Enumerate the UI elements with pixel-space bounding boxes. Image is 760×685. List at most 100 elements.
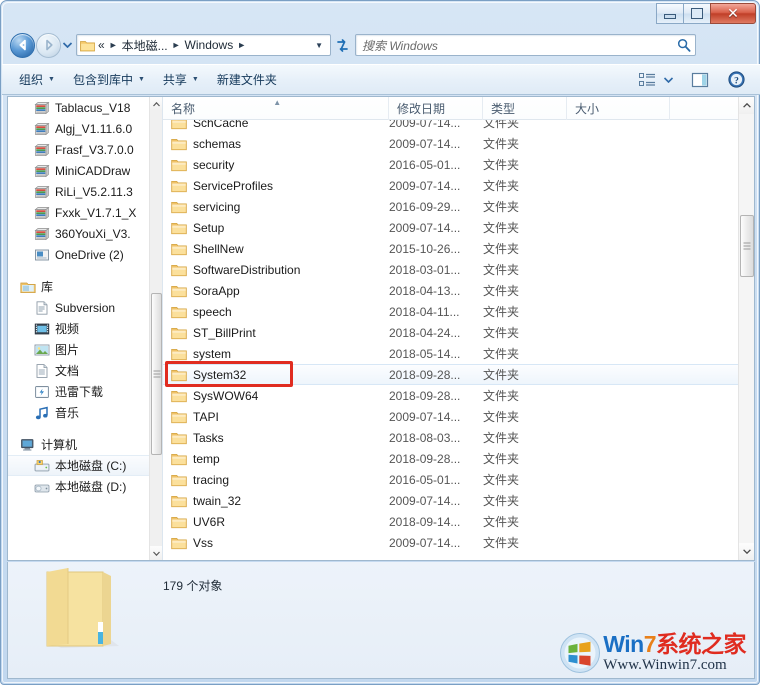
breadcrumb-separator-icon[interactable]: ► <box>169 40 184 50</box>
sidebar-item-13[interactable]: 文档 <box>8 360 150 381</box>
table-row[interactable]: Tasks 2018-08-03... 文件夹 <box>163 427 754 448</box>
file-date-cell: 2009-07-14... <box>389 493 461 508</box>
forward-button[interactable] <box>36 32 61 58</box>
address-dropdown-icon[interactable]: ▼ <box>310 41 328 50</box>
list-scroll-thumb[interactable] <box>740 215 754 277</box>
column-header-type[interactable]: 类型 <box>483 97 567 120</box>
breadcrumb-item-windows[interactable]: Windows <box>184 38 235 52</box>
table-row[interactable]: ShellNew 2015-10-26... 文件夹 <box>163 238 754 259</box>
column-header-name[interactable]: ▲ 名称 <box>163 97 389 120</box>
file-list-scrollbar[interactable] <box>738 97 754 560</box>
navigation-scrollbar[interactable] <box>149 97 162 560</box>
table-row[interactable]: twain_32 2009-07-14... 文件夹 <box>163 490 754 511</box>
close-button[interactable]: ✕ <box>710 3 756 24</box>
sidebar-item-12[interactable]: 图片 <box>8 339 150 360</box>
breadcrumb-separator-icon[interactable]: ► <box>106 40 121 50</box>
command-toolbar: 组织 ▼ 包含到库中 ▼ 共享 ▼ 新建文件夹 ? <box>2 64 760 95</box>
toolbar-share-button[interactable]: 共享 ▼ <box>154 67 208 92</box>
sidebar-item-11[interactable]: 视频 <box>8 318 150 339</box>
drive-icon <box>34 484 50 492</box>
preview-pane-button[interactable] <box>687 70 713 90</box>
file-name-cell: SoftwareDistribution <box>163 263 389 277</box>
nav-scroll-up-button[interactable] <box>150 97 162 111</box>
archive-icon <box>34 205 50 221</box>
table-row[interactable]: SoftwareDistribution 2018-03-01... 文件夹 <box>163 259 754 280</box>
breadcrumb-item-drive[interactable]: 本地磁... <box>121 37 169 54</box>
search-icon[interactable] <box>677 38 691 52</box>
refresh-icon <box>336 38 348 52</box>
sidebar-item-6[interactable]: 360YouXi_V3. <box>8 223 150 244</box>
nav-scroll-down-button[interactable] <box>150 546 162 560</box>
file-date-cell: 2009-07-14... <box>389 120 461 130</box>
nav-scroll-grip <box>153 370 160 378</box>
table-row[interactable]: temp 2018-09-28... 文件夹 <box>163 448 754 469</box>
sidebar-item-7[interactable]: OneDrive (2) <box>8 244 150 265</box>
column-header-size[interactable]: 大小 <box>567 97 670 120</box>
file-type-cell: 文件夹 <box>483 473 520 487</box>
breadcrumb-separator-icon[interactable]: ► <box>234 40 249 50</box>
file-name-label: Setup <box>193 220 225 235</box>
refresh-button[interactable] <box>332 34 352 56</box>
archive-icon <box>34 143 50 156</box>
sidebar-item-2[interactable]: Frasf_V3.7.0.0 <box>8 139 150 160</box>
address-bar[interactable]: « ► 本地磁... ► Windows ► ▼ <box>76 34 331 56</box>
sidebar-item-4[interactable]: RiLi_V5.2.11.3 <box>8 181 150 202</box>
table-row[interactable]: Setup 2009-07-14... 文件夹 <box>163 217 754 238</box>
list-scroll-up-button[interactable] <box>739 97 754 114</box>
table-row[interactable]: UV6R 2018-09-14... 文件夹 <box>163 511 754 532</box>
view-mode-dropdown[interactable] <box>660 75 677 85</box>
table-row[interactable]: security 2016-05-01... 文件夹 <box>163 154 754 175</box>
folder-icon <box>171 453 187 465</box>
table-row[interactable]: ServiceProfiles 2009-07-14... 文件夹 <box>163 175 754 196</box>
file-type-cell: 文件夹 <box>483 200 520 214</box>
sidebar-item-label: 迅雷下载 <box>55 385 104 399</box>
sidebar-item-1[interactable]: Algj_V1.11.6.0 <box>8 118 150 139</box>
sidebar-item-5[interactable]: Fxxk_V1.7.1_X <box>8 202 150 223</box>
sidebar-item-label: Tablacus_V18 <box>55 100 131 115</box>
table-row[interactable]: system 2018-05-14... 文件夹 <box>163 343 754 364</box>
file-date-cell: 2009-07-14... <box>389 136 461 151</box>
table-row[interactable]: SysWOW64 2018-09-28... 文件夹 <box>163 385 754 406</box>
table-row[interactable]: SoraApp 2018-04-13... 文件夹 <box>163 280 754 301</box>
breadcrumb-overflow[interactable]: « <box>97 38 106 52</box>
search-input[interactable]: 搜索 Windows <box>362 37 677 54</box>
table-row[interactable]: ST_BillPrint 2018-04-24... 文件夹 <box>163 322 754 343</box>
list-scroll-down-button[interactable] <box>739 543 754 560</box>
toolbar-include-in-library-button[interactable]: 包含到库中 ▼ <box>64 67 154 92</box>
view-mode-button[interactable] <box>635 71 660 89</box>
address-folder-icon <box>80 40 95 51</box>
folder-icon <box>171 243 187 255</box>
table-row[interactable]: SchCache 2009-07-14... 文件夹 <box>163 120 754 133</box>
table-row[interactable]: System32 2018-09-28... 文件夹 <box>163 364 754 385</box>
toolbar-new-folder-button[interactable]: 新建文件夹 <box>208 67 286 92</box>
table-row[interactable]: schemas 2009-07-14... 文件夹 <box>163 133 754 154</box>
sidebar-item-18[interactable]: 本地磁盘 (C:) <box>8 455 150 476</box>
sidebar-item-9[interactable]: 库 <box>8 276 150 297</box>
sidebar-item-label: 本地磁盘 (D:) <box>55 480 127 494</box>
toolbar-organize-button[interactable]: 组织 ▼ <box>10 67 64 92</box>
sidebar-item-19[interactable]: 本地磁盘 (D:) <box>8 476 150 497</box>
documents-icon <box>36 363 48 378</box>
minimize-button[interactable] <box>656 3 684 24</box>
table-row[interactable]: servicing 2016-09-29... 文件夹 <box>163 196 754 217</box>
sidebar-item-0[interactable]: Tablacus_V18 <box>8 97 150 118</box>
title-bar: ✕ <box>1 1 760 28</box>
search-box[interactable]: 搜索 Windows <box>355 34 696 56</box>
sidebar-item-3[interactable]: MiniCADDraw <box>8 160 150 181</box>
table-row[interactable]: speech 2018-04-11... 文件夹 <box>163 301 754 322</box>
recent-pages-dropdown[interactable] <box>61 35 74 55</box>
column-header-date[interactable]: 修改日期 <box>389 97 483 120</box>
help-button[interactable]: ? <box>724 69 749 90</box>
table-row[interactable]: TAPI 2009-07-14... 文件夹 <box>163 406 754 427</box>
table-row[interactable]: Vss 2009-07-14... 文件夹 <box>163 532 754 553</box>
nav-scroll-thumb[interactable] <box>151 293 162 455</box>
sidebar-item-10[interactable]: Subversion <box>8 297 150 318</box>
file-name-label: temp <box>193 451 220 466</box>
file-date-cell: 2015-10-26... <box>389 241 461 256</box>
sidebar-item-15[interactable]: 音乐 <box>8 402 150 423</box>
sidebar-item-17[interactable]: 计算机 <box>8 434 150 455</box>
sidebar-item-14[interactable]: 迅雷下载 <box>8 381 150 402</box>
back-button[interactable] <box>10 32 35 58</box>
table-row[interactable]: tracing 2016-05-01... 文件夹 <box>163 469 754 490</box>
maximize-button[interactable] <box>683 3 711 24</box>
